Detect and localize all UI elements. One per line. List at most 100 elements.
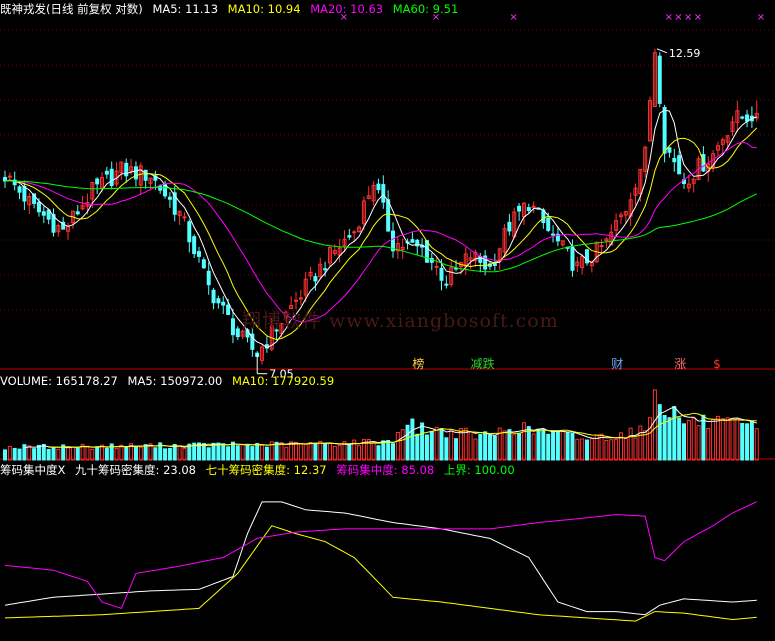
volume-bar [153, 447, 158, 461]
volume-bar [381, 440, 386, 461]
volume-ma5-label: MA5: 150972.00 [127, 374, 223, 388]
cross-marker: × [665, 12, 673, 23]
candle-body [410, 239, 415, 243]
volume-bar [357, 445, 362, 461]
candle-body [347, 235, 352, 238]
volume-bar [725, 417, 730, 461]
volume-bar [415, 433, 420, 461]
volume-bar [711, 418, 716, 461]
volume-bar [609, 439, 614, 461]
volume-bar [17, 448, 22, 461]
candle-body [22, 186, 27, 202]
volume-bar [521, 422, 526, 461]
volume-ma10-line [48, 412, 757, 448]
candle-body [133, 166, 138, 180]
candle-body [192, 236, 197, 255]
volume-bar [206, 447, 211, 461]
candle-body [211, 289, 216, 304]
volume-bar [483, 431, 488, 461]
volume-bar [294, 442, 298, 461]
volume-bar [22, 444, 27, 461]
volume-bar [201, 443, 206, 461]
volume-bar [308, 442, 313, 461]
volume-bar [250, 446, 255, 461]
volume-bar [672, 406, 677, 461]
candle-body [570, 246, 575, 271]
volume-bar [66, 446, 71, 461]
signal-marker: 财 [611, 357, 623, 371]
volume-bar [395, 431, 400, 461]
volume-bar [420, 422, 425, 461]
chip-concentration-line [4, 501, 758, 610]
volume-bar [575, 438, 580, 461]
candle-body [221, 301, 226, 306]
candle-body [662, 106, 667, 154]
volume-bar [439, 428, 444, 461]
volume-bar [70, 446, 75, 461]
volume-bar [138, 446, 143, 461]
watermark: 翔博软件 www.xiangbosoft.com [242, 310, 559, 332]
volume-bar [284, 446, 289, 461]
volume-bar [628, 427, 633, 461]
volume-bar [691, 417, 696, 461]
candle-body [745, 114, 750, 122]
volume-bar [526, 426, 531, 461]
volume-bar [536, 428, 541, 461]
volume-bar [240, 444, 245, 461]
chip-70-label: 七十筹码密集度: 12.37 [205, 463, 327, 477]
volume-bar [551, 430, 556, 461]
candle-body [439, 267, 444, 281]
candle-body [434, 265, 439, 268]
volume-bar [303, 444, 308, 461]
chip-concentration-label: 筹码集中度: 85.08 [336, 463, 435, 477]
volume-bar [648, 417, 653, 461]
volume-bar [36, 444, 41, 461]
volume-bar [119, 444, 124, 461]
volume-bar [274, 441, 279, 461]
volume-bar [327, 442, 332, 461]
high-price-label: 12.59 [669, 47, 701, 60]
candle-body [667, 147, 672, 153]
volume-bar [720, 418, 725, 461]
volume-bar [75, 447, 80, 461]
candle-body [424, 240, 429, 263]
price-panel-title: 既神戎发(日线 前复权 对数) [0, 2, 143, 16]
volume-bar [90, 448, 95, 461]
candle-body [677, 155, 682, 175]
candle-body [95, 178, 100, 185]
volume-bar [51, 446, 56, 461]
candle-body [235, 328, 240, 338]
volume-bar [410, 418, 415, 461]
volume-bar [32, 448, 37, 461]
volume-bar [565, 432, 570, 461]
volume-bar [696, 425, 701, 461]
volume-bar [604, 439, 609, 461]
volume-bar [332, 445, 337, 461]
candle-body [657, 55, 662, 104]
ma60-line [5, 180, 758, 273]
candle-body [109, 168, 114, 186]
volume-bar [391, 443, 395, 461]
volume-bar [429, 430, 434, 461]
volume-bar [667, 417, 672, 461]
volume-bar [531, 433, 536, 461]
volume-bar [473, 438, 478, 461]
volume-bar [245, 443, 250, 461]
volume-bar [507, 429, 512, 461]
volume-bar [444, 437, 449, 461]
volume-bar [400, 429, 405, 461]
cross-marker: × [684, 12, 692, 23]
volume-bar [749, 421, 754, 461]
volume-bar [580, 438, 585, 461]
volume-bar [478, 433, 483, 461]
volume-bar [216, 442, 221, 461]
volume-bar [517, 432, 522, 461]
volume-bar [318, 440, 323, 461]
candle-body [444, 283, 449, 286]
candle-body [507, 221, 512, 232]
candle-body [75, 211, 80, 215]
chip-90-label: 九十筹码密集度: 23.08 [75, 463, 196, 477]
candle-body [197, 251, 201, 257]
volume-bar [454, 438, 459, 461]
volume-bar [337, 445, 342, 461]
